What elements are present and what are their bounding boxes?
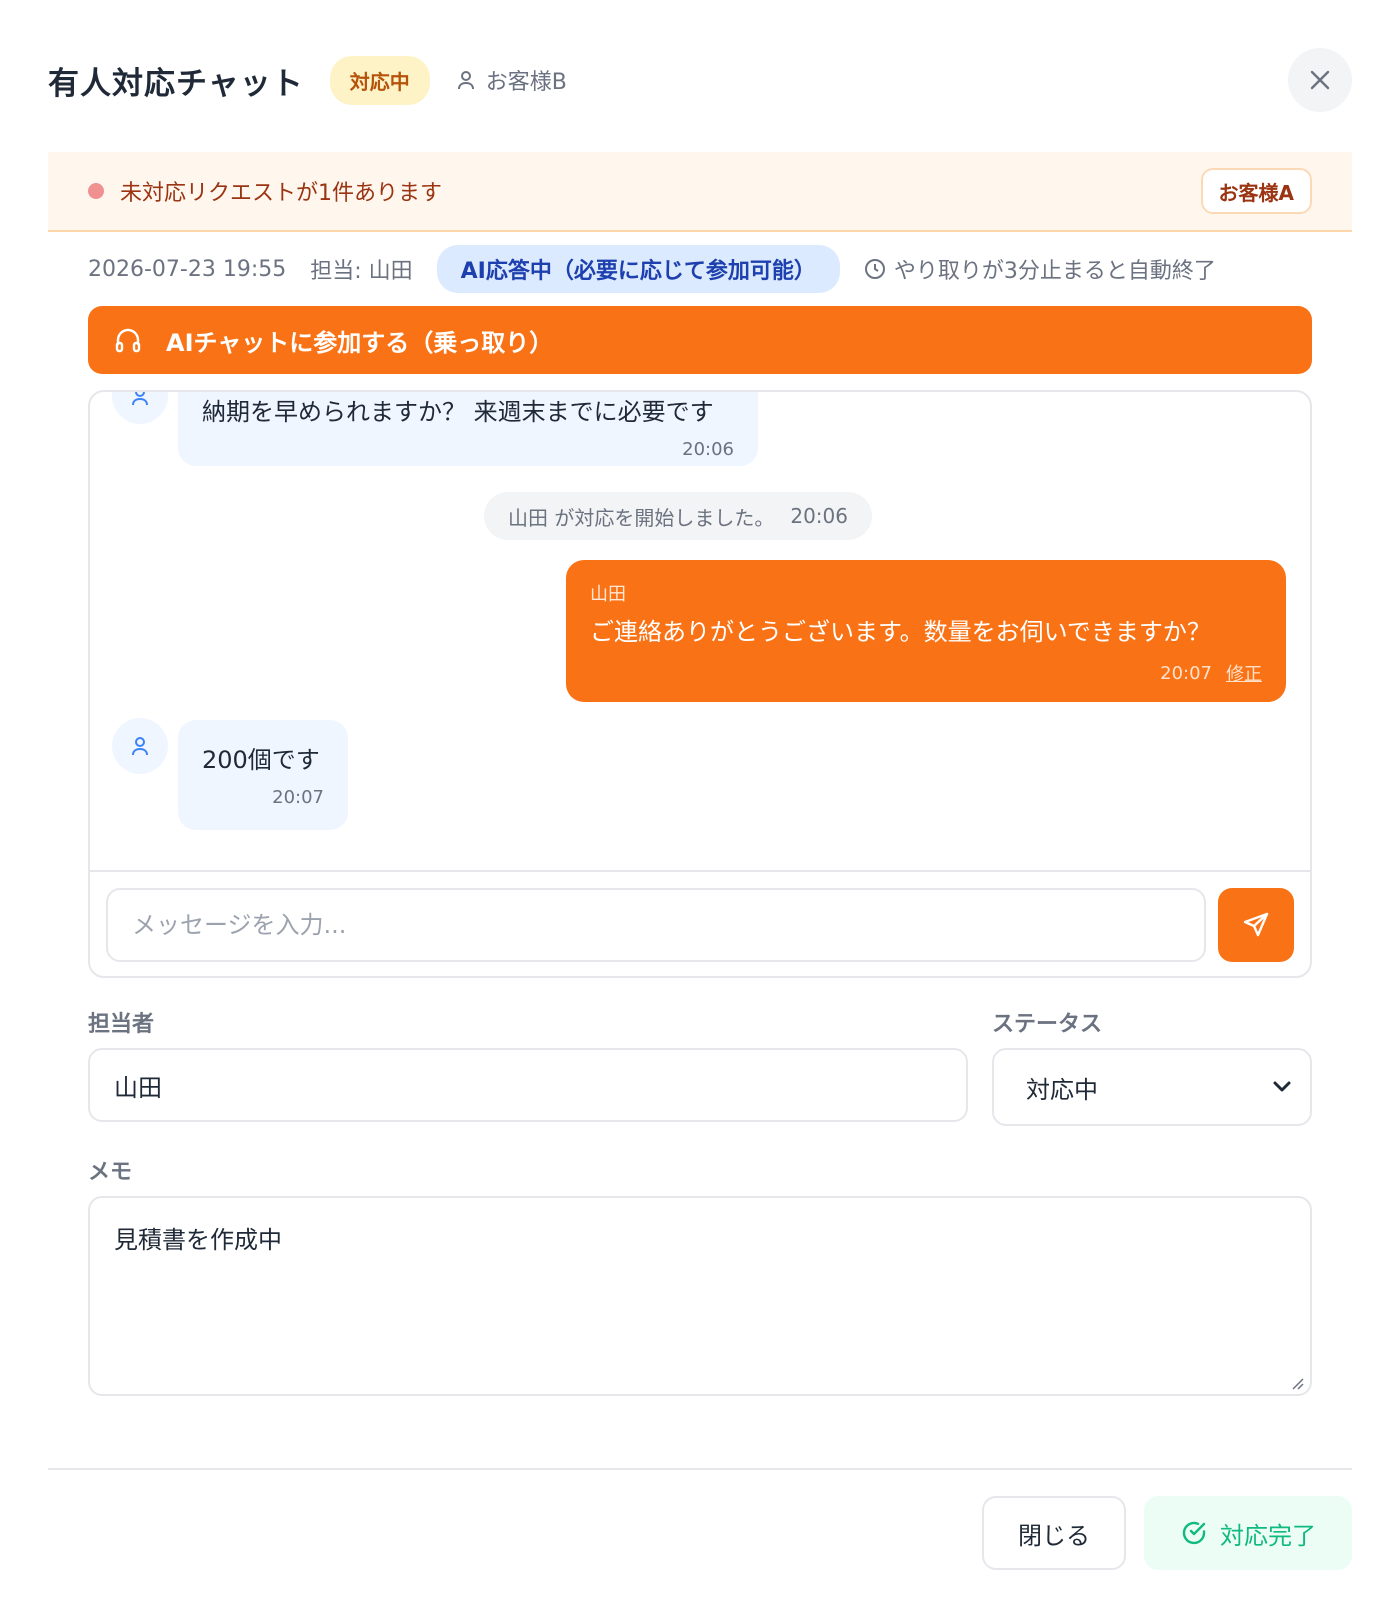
customer-info: お客様B xyxy=(456,64,567,96)
check-circle-icon xyxy=(1182,1521,1206,1545)
message-input[interactable] xyxy=(106,888,1206,962)
modal-header: 有人対応チャット 対応中 お客様B xyxy=(48,50,567,110)
system-message: 山田 が対応を開始しました。 20:06 xyxy=(484,492,872,540)
alert-dot-icon xyxy=(88,183,104,199)
system-message-time: 20:06 xyxy=(790,504,848,528)
customer-avatar xyxy=(112,392,168,424)
message-list[interactable]: 納期を早められますか？ 来週末までに必要です 20:06 山田 が対応を開始しま… xyxy=(90,392,1310,870)
join-chat-button[interactable]: AIチャットに参加する（乗っ取り） xyxy=(88,306,1312,374)
send-icon xyxy=(1243,912,1269,937)
modal-title: 有人対応チャット xyxy=(48,65,304,102)
complete-button-label: 対応完了 xyxy=(1220,1521,1316,1550)
edit-message-link[interactable]: 修正 xyxy=(1226,660,1262,686)
agent-message-bubble: 山田 ご連絡ありがとうございます。数量をお伺いできますか？ 20:07 修正 xyxy=(566,560,1286,702)
user-icon xyxy=(457,71,474,90)
message-text: 納期を早められますか？ 来週末までに必要です xyxy=(202,398,714,426)
join-chat-label: AIチャットに参加する（乗っ取り） xyxy=(166,328,554,357)
message-bubble: 200個です 20:07 xyxy=(178,720,348,830)
headset-icon xyxy=(115,328,141,353)
memo-textarea[interactable]: 見積書を作成中 xyxy=(88,1196,1312,1396)
close-icon xyxy=(1310,70,1330,90)
message-text: 200個です xyxy=(202,746,320,774)
pending-request-alert: 未対応リクエストが1件あります お客様A xyxy=(48,152,1352,232)
pending-customer-chip[interactable]: お客様A xyxy=(1200,168,1312,214)
status-select-value: 対応中 xyxy=(1026,1075,1098,1104)
user-icon xyxy=(132,737,148,756)
chat-meta: 2026-07-23 19:55 担当: 山田 AI応答中（必要に応じて参加可能… xyxy=(88,245,1216,293)
customer-name: お客様B xyxy=(485,70,567,95)
memo-label: メモ xyxy=(88,1160,133,1185)
system-message-text: 山田 が対応を開始しました。 xyxy=(508,505,775,530)
resize-handle-icon[interactable] xyxy=(1290,1376,1304,1390)
assignee-label: 担当者 xyxy=(88,1012,155,1037)
clock-icon xyxy=(864,259,885,279)
customer-avatar xyxy=(112,718,168,774)
ai-status-badge: AI応答中（必要に応じて参加可能） xyxy=(436,245,840,293)
chat-composer xyxy=(90,870,1310,976)
message-bubble: 納期を早められますか？ 来週末までに必要です 20:06 xyxy=(178,392,758,466)
message-time: 20:06 xyxy=(682,439,734,460)
assignee-input[interactable] xyxy=(88,1048,968,1122)
send-button[interactable] xyxy=(1218,888,1294,962)
status-badge: 対応中 xyxy=(329,55,430,105)
alert-text: 未対応リクエストが1件あります xyxy=(120,181,442,206)
message-time: 20:07 xyxy=(272,787,324,808)
message-time: 20:07 xyxy=(1160,662,1212,684)
complete-button[interactable]: 対応完了 xyxy=(1144,1496,1352,1570)
status-select[interactable]: 対応中 xyxy=(992,1048,1312,1126)
close-button[interactable] xyxy=(1288,48,1352,112)
chat-panel: 納期を早められますか？ 来週末までに必要です 20:06 山田 が対応を開始しま… xyxy=(88,390,1312,978)
message-text: ご連絡ありがとうございます。数量をお伺いできますか？ xyxy=(590,618,1211,646)
message-sender: 山田 xyxy=(590,584,626,605)
chat-assignee: 担当: 山田 xyxy=(310,259,413,284)
footer-divider xyxy=(48,1468,1352,1470)
user-icon xyxy=(132,392,148,406)
status-label: ステータス xyxy=(992,1012,1103,1037)
close-dialog-button[interactable]: 閉じる xyxy=(982,1496,1126,1570)
message-footer: 20:07 修正 xyxy=(1160,660,1262,686)
auto-end-note: やり取りが3分止まると自動終了 xyxy=(864,253,1216,285)
auto-end-text: やり取りが3分止まると自動終了 xyxy=(893,259,1216,284)
chat-modal: 有人対応チャット 対応中 お客様B 未対応リクエストが1件あります お客様A 2… xyxy=(0,0,1400,1620)
chevron-down-icon xyxy=(1273,1081,1291,1092)
chat-datetime: 2026-07-23 19:55 xyxy=(88,256,287,282)
